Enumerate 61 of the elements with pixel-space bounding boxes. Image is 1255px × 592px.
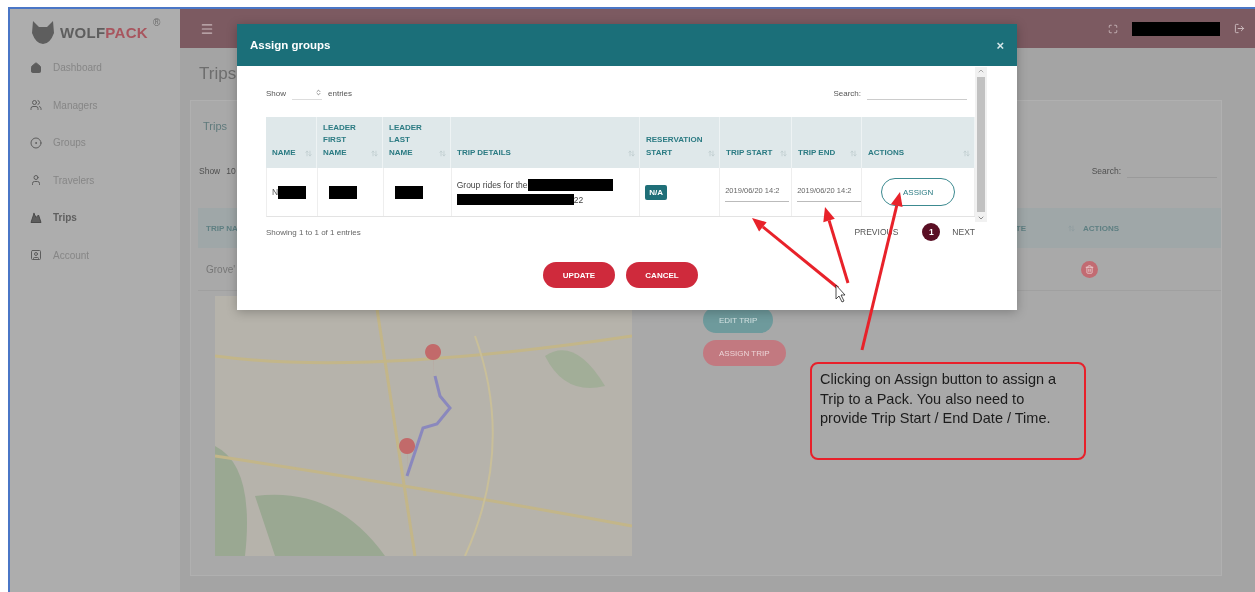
search-label: Search: xyxy=(1091,166,1121,176)
annotation-callout: Clicking on Assign button to assign a Trip to a Pack. You also need to provide Trip Start / End Date / Time. xyxy=(810,362,1086,460)
sort-icon[interactable] xyxy=(708,150,715,157)
column-header: NAME xyxy=(272,146,296,159)
sort-icon[interactable] xyxy=(439,150,446,157)
show-label: Show xyxy=(199,166,221,176)
trip-details-text: 22 xyxy=(573,194,584,205)
cancel-button[interactable]: CANCEL xyxy=(626,262,698,288)
column-header: TRIP START xyxy=(726,146,773,159)
sidebar-item[interactable]: Trips xyxy=(30,199,180,237)
column-header: TRIP NA xyxy=(206,223,238,233)
card-title: Trips xyxy=(203,120,228,132)
close-button[interactable]: × xyxy=(996,37,1004,53)
person-icon xyxy=(30,174,42,187)
circle-dot-icon xyxy=(30,136,42,149)
logout-icon[interactable] xyxy=(1234,23,1245,34)
assign-button[interactable]: ASSIGN xyxy=(881,178,956,206)
column-header: RESERVATION START xyxy=(646,134,703,159)
registered-mark: ® xyxy=(153,17,161,28)
sort-icon[interactable] xyxy=(963,150,970,157)
account-box-icon xyxy=(30,249,42,262)
home-icon xyxy=(30,61,42,74)
delete-button[interactable] xyxy=(1081,260,1098,278)
logo-text: WOLFPACK xyxy=(60,23,148,41)
page-size-select[interactable] xyxy=(292,86,322,100)
assign-trip-button[interactable]: ASSIGN TRIP xyxy=(703,340,786,366)
sort-icon[interactable] xyxy=(371,150,378,157)
column-header: ACTIONS xyxy=(868,146,904,159)
column-header: LEADER LAST NAME xyxy=(389,121,422,159)
column-header: LEADER FIRST NAME xyxy=(323,121,356,159)
table-cell: N xyxy=(272,187,279,197)
status-badge: N/A xyxy=(645,184,668,200)
users-icon xyxy=(30,99,42,112)
dialog-title: Assign groups xyxy=(250,39,331,51)
fullscreen-icon[interactable] xyxy=(1108,23,1118,34)
entries-info: Showing 1 to 1 of 1 entries xyxy=(266,227,361,237)
scrollbar[interactable] xyxy=(975,67,987,222)
sort-icon[interactable] xyxy=(628,150,635,157)
scroll-up-icon[interactable] xyxy=(977,67,985,75)
column-header: TE xyxy=(1015,223,1026,233)
update-button[interactable]: UPDATE xyxy=(543,262,615,288)
chevrons-icon xyxy=(315,89,322,96)
trash-icon xyxy=(1085,264,1094,274)
trip-details-text: Group rides for the xyxy=(456,180,528,190)
next-link[interactable]: NEXT xyxy=(952,227,975,237)
sort-icon[interactable] xyxy=(850,150,857,157)
sort-icon[interactable] xyxy=(305,150,312,157)
wolf-head-icon xyxy=(30,19,56,45)
column-header: ACTIONS xyxy=(1083,223,1119,233)
menu-icon[interactable] xyxy=(200,21,214,36)
cursor-icon xyxy=(835,284,846,303)
column-header: TRIP END xyxy=(798,146,836,159)
show-label: Show xyxy=(266,88,286,98)
scroll-down-icon[interactable] xyxy=(977,214,985,222)
entries-label: entries xyxy=(328,88,353,98)
search-label: Search: xyxy=(833,88,861,98)
column-header: TRIP DETAILS xyxy=(457,146,511,159)
page-size-select[interactable]: 10 xyxy=(226,166,236,176)
mountain-icon xyxy=(30,211,42,224)
sort-icon[interactable] xyxy=(780,150,787,157)
page-number[interactable]: 1 xyxy=(922,223,941,241)
